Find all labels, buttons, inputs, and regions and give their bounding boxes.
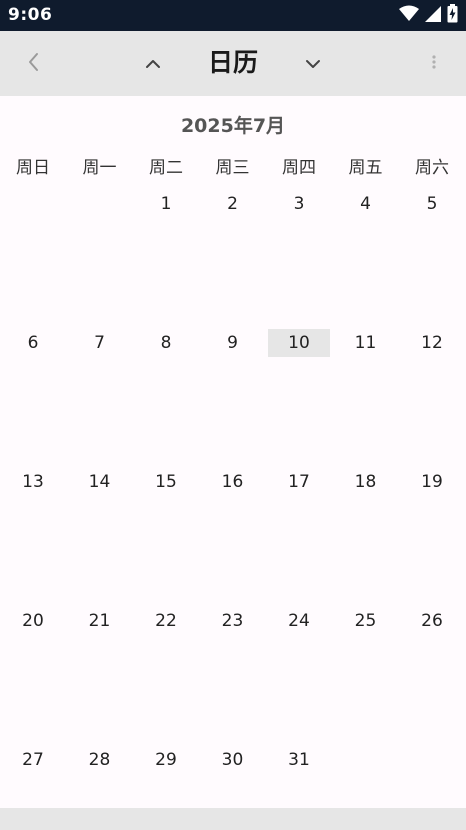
previous-month-button[interactable]: [134, 49, 172, 79]
calendar-day[interactable]: 27: [2, 746, 64, 774]
back-button[interactable]: [14, 49, 52, 79]
calendar-day[interactable]: 25: [335, 607, 397, 635]
calendar-day[interactable]: 16: [202, 468, 264, 496]
calendar-day[interactable]: 26: [401, 607, 463, 635]
month-title: 2025年7月: [180, 115, 286, 137]
weekday-header: 周日 周一 周二 周三 周四 周五 周六: [0, 154, 466, 182]
calendar-day[interactable]: 6: [2, 329, 64, 357]
calendar-day[interactable]: 28: [69, 746, 131, 774]
calendar-day[interactable]: 30: [202, 746, 264, 774]
calendar-day[interactable]: 20: [2, 607, 64, 635]
cellular-signal-icon: [425, 5, 441, 26]
calendar-day[interactable]: 13: [2, 468, 64, 496]
calendar-grid: 1 2 3 4 5 6 7 8 9 10 11 12 13 14 15 16 17 18 19 20 21 22 23 24 2…: [0, 190, 466, 800]
calendar-day[interactable]: 7: [69, 329, 131, 357]
weekday-mon: 周一: [82, 158, 117, 178]
chevron-up-icon: [144, 55, 162, 74]
calendar-day[interactable]: 15: [135, 468, 197, 496]
status-bar: 9:06: [0, 0, 466, 31]
weekday-sun: 周日: [16, 158, 50, 178]
calendar-day[interactable]: 1: [135, 190, 197, 218]
weekday-thu: 周四: [282, 158, 316, 178]
calendar-day[interactable]: 3: [268, 190, 330, 218]
more-vert-icon: [431, 54, 437, 74]
calendar-day[interactable]: 24: [268, 607, 330, 635]
calendar-day[interactable]: 22: [135, 607, 197, 635]
calendar-day[interactable]: 18: [335, 468, 397, 496]
calendar-day[interactable]: 4: [335, 190, 397, 218]
calendar-day[interactable]: 12: [401, 329, 463, 357]
page-title: 日历: [207, 48, 258, 77]
calendar-day[interactable]: 29: [135, 746, 197, 774]
status-time: 9:06: [8, 5, 53, 25]
calendar-day[interactable]: 19: [401, 468, 463, 496]
chevron-left-icon: [26, 51, 40, 77]
weekday-tue: 周二: [149, 158, 183, 178]
calendar-day[interactable]: 23: [202, 607, 264, 635]
wifi-icon: [399, 5, 419, 26]
app-toolbar: 日历: [0, 31, 466, 96]
more-options-button[interactable]: [420, 49, 448, 79]
weekday-fri: 周五: [348, 158, 383, 178]
calendar-day[interactable]: 9: [202, 329, 264, 357]
calendar-day[interactable]: 10: [268, 329, 330, 357]
calendar-day[interactable]: 21: [69, 607, 131, 635]
calendar-day[interactable]: 14: [69, 468, 131, 496]
battery-charging-icon: [447, 4, 458, 27]
calendar-day[interactable]: 17: [268, 468, 330, 496]
weekday-wed: 周三: [215, 158, 250, 178]
chevron-down-icon: [304, 55, 322, 74]
calendar-day[interactable]: 2: [202, 190, 264, 218]
bottom-bar: [0, 808, 466, 830]
weekday-sat: 周六: [415, 158, 449, 178]
calendar-day[interactable]: 11: [335, 329, 397, 357]
calendar-day[interactable]: 31: [268, 746, 330, 774]
calendar-day[interactable]: 8: [135, 329, 197, 357]
status-icons: [399, 4, 458, 27]
next-month-button[interactable]: [294, 49, 332, 79]
calendar-day[interactable]: 5: [401, 190, 463, 218]
